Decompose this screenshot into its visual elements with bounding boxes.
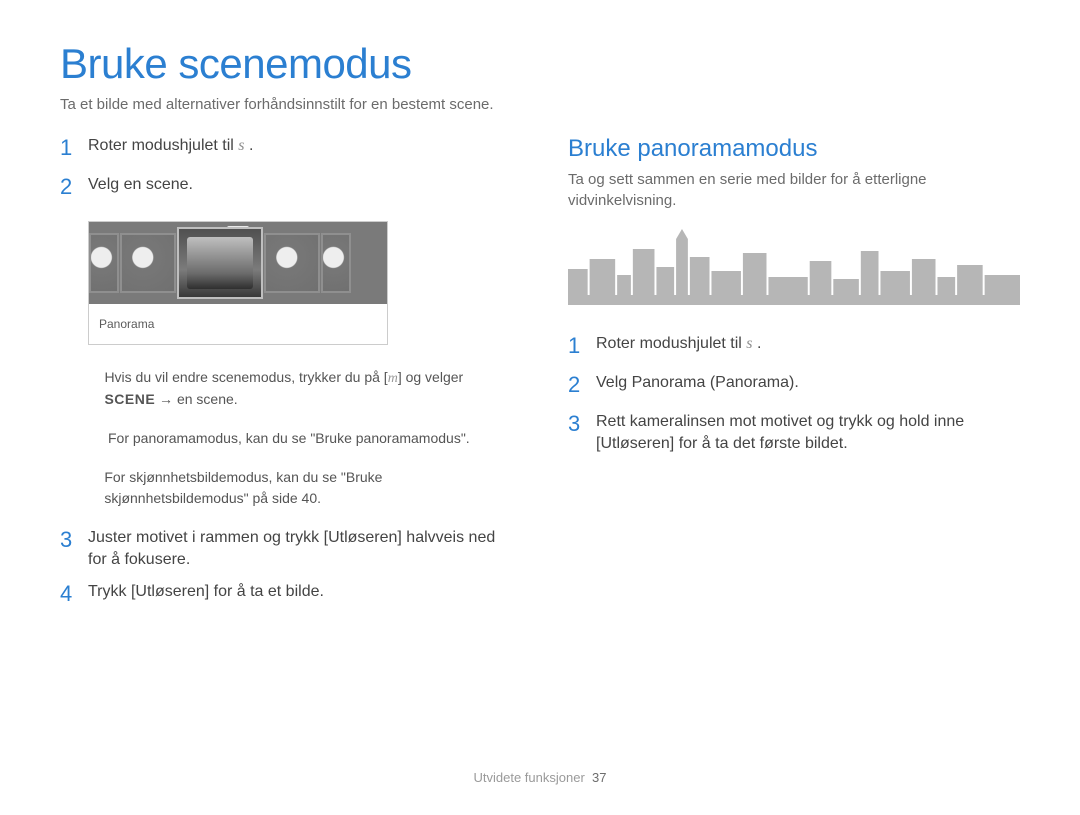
step-text-tail: . xyxy=(753,335,762,352)
scene-name-label: Panorama xyxy=(89,304,387,344)
step-number: 1 xyxy=(60,133,88,164)
right-step-1: 1 Roter modushjulet til s . xyxy=(568,333,1020,362)
menu-icon: m xyxy=(388,371,398,386)
left-column: 1 Roter modushjulet til s . 2 Velg en sc… xyxy=(60,135,512,620)
note-line-1: Hvis du vil endre scenemodus, trykker du… xyxy=(88,367,512,410)
left-step-2: 2 Velg en scene. xyxy=(60,174,512,203)
panorama-skyline-illustration xyxy=(568,229,1020,305)
right-column: Bruke panoramamodus Ta og sett sammen en… xyxy=(568,135,1020,620)
page-subtitle: Ta et bilde med alternativer forhåndsinn… xyxy=(60,96,1020,113)
step-text-pre: Roter modushjulet til xyxy=(596,335,746,352)
footer-page-number: 37 xyxy=(592,770,606,785)
note-line-2: For panoramamodus, kan du se "Bruke pano… xyxy=(88,428,512,449)
bullet xyxy=(88,367,104,410)
step-number: 2 xyxy=(60,172,88,203)
mode-dial-icon: s xyxy=(746,335,752,352)
step-number: 1 xyxy=(568,331,596,362)
scene-thumb-selected xyxy=(177,227,263,299)
scene-selector-display: Panorama xyxy=(88,221,388,345)
left-step-3: 3 Juster motivet i rammen og trykk [Utlø… xyxy=(60,527,512,572)
note-mid: ] og velger xyxy=(398,369,463,385)
step-number: 2 xyxy=(568,370,596,401)
page: Bruke scenemodus Ta et bilde med alterna… xyxy=(0,0,1080,815)
scene-thumbnail-strip xyxy=(89,222,387,304)
right-step-3: 3 Rett kameralinsen mot motivet og trykk… xyxy=(568,411,1020,456)
step-text: Velg Panorama (Panorama). xyxy=(596,372,1020,394)
scene-thumb xyxy=(120,233,176,293)
note-post: en scene. xyxy=(177,391,238,407)
panorama-subtext: Ta og sett sammen en serie med bilder fo… xyxy=(568,169,1020,211)
right-step-2: 2 Velg Panorama (Panorama). xyxy=(568,372,1020,401)
page-title: Bruke scenemodus xyxy=(60,40,1020,88)
step-text: Juster motivet i rammen og trykk [Utløse… xyxy=(88,527,512,572)
mode-dial-icon: s xyxy=(238,137,244,154)
scene-thumb xyxy=(264,233,320,293)
left-step-4: 4 Trykk [Utløseren] for å ta et bilde. xyxy=(60,581,512,610)
step-text: Velg en scene. xyxy=(88,174,512,196)
step-text-pre: Roter modushjulet til xyxy=(88,137,238,154)
columns: 1 Roter modushjulet til s . 2 Velg en sc… xyxy=(60,135,1020,620)
bullet xyxy=(88,467,104,509)
scene-thumb xyxy=(89,233,119,293)
footer: Utvidete funksjoner 37 xyxy=(0,770,1080,785)
arrow-right-icon: → xyxy=(155,391,177,407)
step-text: Roter modushjulet til s . xyxy=(596,333,1020,355)
step-number: 3 xyxy=(60,525,88,556)
note-pre: Hvis du vil endre scenemodus, trykker du… xyxy=(104,369,387,385)
scene-thumb xyxy=(321,233,351,293)
step-number: 4 xyxy=(60,579,88,610)
note-text: For skjønnhetsbildemodus, kan du se "Bru… xyxy=(104,467,512,509)
note-text: For panoramamodus, kan du se "Bruke pano… xyxy=(108,428,470,449)
step-text: Roter modushjulet til s . xyxy=(88,135,512,157)
panorama-heading: Bruke panoramamodus xyxy=(568,135,1020,163)
footer-section: Utvidete funksjoner xyxy=(474,770,585,785)
note-text: Hvis du vil endre scenemodus, trykker du… xyxy=(104,367,512,410)
step-text: Rett kameralinsen mot motivet og trykk o… xyxy=(596,411,1020,456)
step-text-tail: . xyxy=(245,137,254,154)
left-step-1: 1 Roter modushjulet til s . xyxy=(60,135,512,164)
bullet xyxy=(88,428,108,449)
step-text: Trykk [Utløseren] for å ta et bilde. xyxy=(88,581,512,603)
note-line-3: For skjønnhetsbildemodus, kan du se "Bru… xyxy=(88,467,512,509)
step-number: 3 xyxy=(568,409,596,440)
scene-word: SCENE xyxy=(104,391,155,407)
